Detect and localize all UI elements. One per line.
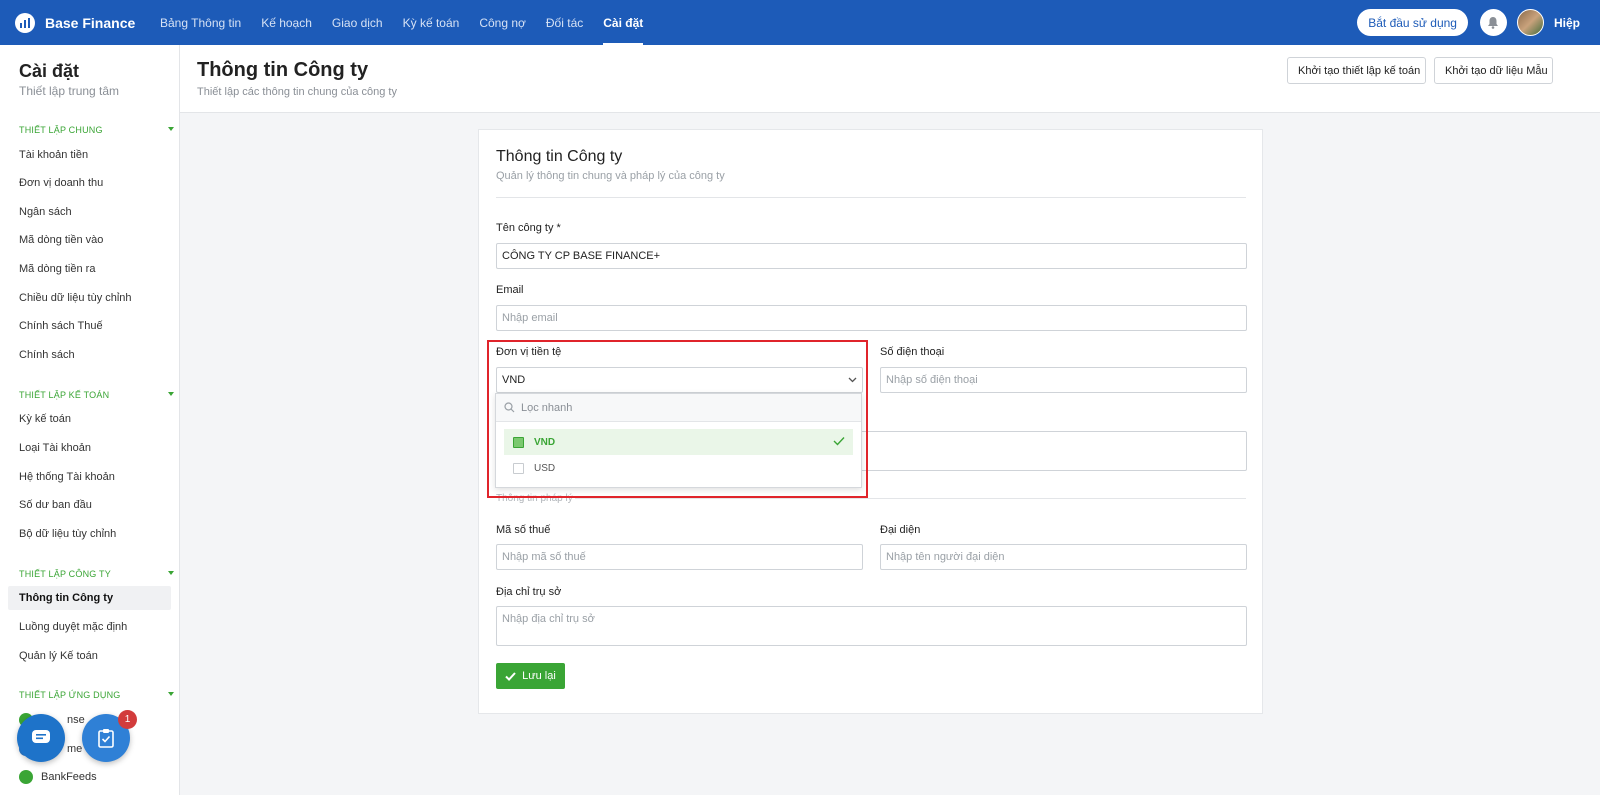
sidebar-item-budget[interactable]: Ngân sách (8, 200, 171, 224)
brand-logo-icon (15, 12, 35, 33)
sidebar-item-account-types[interactable]: Loại Tài khoản (8, 436, 171, 460)
save-button-label: Lưu lại (522, 670, 556, 682)
sidebar-item-default-approval-flow[interactable]: Luồng duyệt mặc định (8, 615, 171, 639)
phone-label: Số điện thoại (880, 346, 945, 358)
sidebar-item-tax-policy[interactable]: Chính sách Thuế (8, 314, 171, 338)
sidebar-item-cash-in-codes[interactable]: Mã dòng tiền vào (8, 228, 171, 252)
clipboard-check-icon (98, 729, 114, 748)
sidebar-title: Cài đặt (19, 61, 80, 81)
check-icon (505, 671, 516, 681)
init-accounting-setup-button[interactable]: Khởi tạo thiết lập kế toán (1287, 57, 1426, 84)
nav-partners[interactable]: Đối tác (536, 0, 593, 45)
brand-name: Base Finance (45, 14, 136, 31)
sidebar-item-revenue-units[interactable]: Đơn vị doanh thu (8, 171, 171, 195)
phone-input[interactable]: Nhập số điện thoại (880, 367, 1247, 393)
chat-button[interactable] (17, 714, 65, 762)
sidebar-item-label: BankFeeds (41, 771, 97, 783)
address-label: Địa chỉ trụ sở (496, 586, 562, 598)
caret-down-icon (168, 571, 174, 575)
page-title: Thông tin Công ty (197, 59, 369, 81)
divider (575, 498, 1246, 499)
sidebar-section-label: THIẾT LẬP ỨNG DỤNG (19, 690, 121, 700)
highlight-annotation-box (487, 340, 868, 498)
email-input[interactable]: Nhập email (496, 305, 1247, 331)
sidebar-item-label: me (67, 743, 83, 755)
nav-debts[interactable]: Công nợ (469, 0, 536, 45)
sidebar-item-opening-balance[interactable]: Số dư ban đầu (8, 493, 171, 517)
nav-accounting-period[interactable]: Kỳ kế toán (393, 0, 470, 45)
sidebar-item-label: nse (67, 714, 85, 726)
sidebar-section-company[interactable]: THIẾT LẬP CÔNG TY (19, 569, 174, 579)
page-header: Thông tin Công ty Thiết lập các thông ti… (180, 45, 1600, 113)
nav-dashboard[interactable]: Bảng Thông tin (150, 0, 251, 45)
task-count-badge: 1 (118, 710, 137, 729)
sidebar-item-company-info[interactable]: Thông tin Công ty (8, 586, 171, 610)
company-name-label: Tên công ty * (496, 222, 561, 234)
divider (496, 197, 1246, 198)
sidebar-item-cash-out-codes[interactable]: Mã dòng tiền ra (8, 257, 171, 281)
caret-down-icon (168, 127, 174, 131)
topbar-right: Bắt đầu sử dụng Hiệp (1357, 0, 1600, 45)
notification-bell-icon[interactable] (1479, 9, 1507, 36)
top-navigation-bar: Base Finance Bảng Thông tin Kế hoạch Gia… (0, 0, 1600, 45)
nav-plan[interactable]: Kế hoạch (251, 0, 322, 45)
tax-code-input[interactable]: Nhập mã số thuế (496, 544, 863, 570)
sidebar-item-accounting-management[interactable]: Quản lý Kế toán (8, 644, 171, 668)
representative-input[interactable]: Nhập tên người đại diện (880, 544, 1247, 570)
sidebar-section-apps[interactable]: THIẾT LẬP ỨNG DỤNG (19, 690, 174, 700)
nav-transactions[interactable]: Giao dịch (322, 0, 393, 45)
start-using-button[interactable]: Bắt đầu sử dụng (1357, 9, 1468, 36)
card-title: Thông tin Công ty (496, 148, 623, 165)
user-name[interactable]: Hiệp (1554, 16, 1580, 30)
email-label: Email (496, 284, 524, 296)
sidebar-section-label: THIẾT LẬP CÔNG TY (19, 569, 111, 579)
sidebar-section-label: THIẾT LẬP KẾ TOÁN (19, 390, 110, 400)
sidebar-item-accounting-period[interactable]: Kỳ kế toán (8, 407, 171, 431)
nav-settings[interactable]: Cài đặt (593, 0, 653, 45)
tax-code-label: Mã số thuế (496, 524, 551, 536)
address-textarea[interactable]: Nhập địa chỉ trụ sở (496, 606, 1247, 646)
bankfeeds-icon (19, 770, 33, 784)
user-avatar[interactable] (1516, 9, 1544, 36)
sidebar-item-custom-datasets[interactable]: Bộ dữ liệu tùy chỉnh (8, 522, 171, 546)
brand[interactable]: Base Finance (0, 12, 140, 33)
sidebar-subtitle: Thiết lập trung tâm (19, 84, 120, 98)
card-subtitle: Quản lý thông tin chung và pháp lý của c… (496, 170, 725, 182)
chat-icon (32, 730, 50, 743)
sidebar-item-custom-dimensions[interactable]: Chiều dữ liệu tùy chỉnh (8, 286, 171, 310)
sidebar-item-policy[interactable]: Chính sách (8, 343, 171, 367)
save-button[interactable]: Lưu lại (496, 663, 565, 689)
page-subtitle: Thiết lập các thông tin chung của công t… (197, 86, 397, 98)
sidebar-section-accounting[interactable]: THIẾT LẬP KẾ TOÁN (19, 390, 174, 400)
caret-down-icon (168, 392, 174, 396)
sidebar-item-cash-accounts[interactable]: Tài khoản tiền (8, 143, 171, 167)
sidebar-item-chart-of-accounts[interactable]: Hệ thống Tài khoản (8, 465, 171, 489)
init-sample-data-button[interactable]: Khởi tạo dữ liệu Mẫu (1434, 57, 1553, 84)
sidebar-section-general[interactable]: THIẾT LẬP CHUNG (19, 125, 174, 135)
settings-sidebar: Cài đặt Thiết lập trung tâm THIẾT LẬP CH… (0, 45, 180, 795)
main-nav: Bảng Thông tin Kế hoạch Giao dịch Kỳ kế … (150, 0, 653, 45)
caret-down-icon (168, 692, 174, 696)
company-name-input[interactable]: CÔNG TY CP BASE FINANCE+ (496, 243, 1247, 269)
representative-label: Đại diện (880, 524, 921, 536)
sidebar-item-app-bankfeeds[interactable]: BankFeeds (8, 765, 171, 789)
sidebar-section-label: THIẾT LẬP CHUNG (19, 125, 103, 135)
